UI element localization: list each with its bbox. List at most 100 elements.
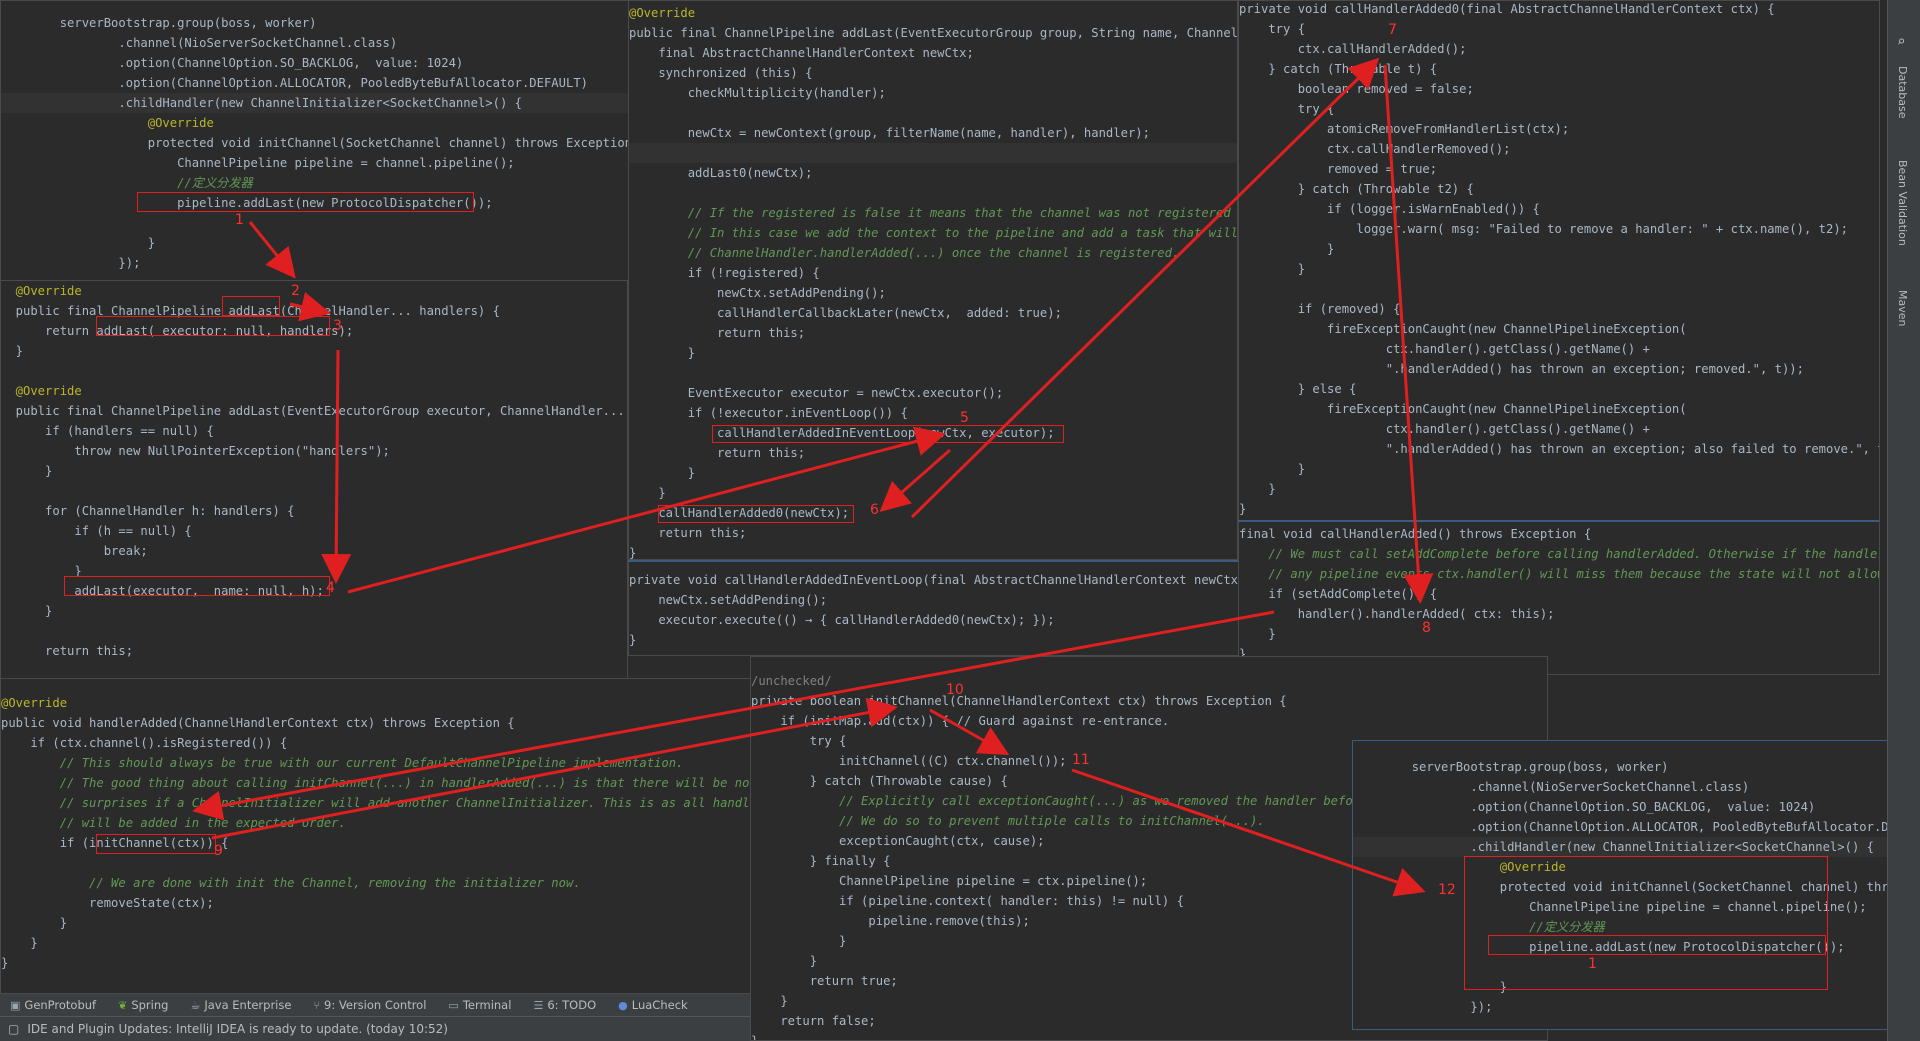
code-line: final AbstractChannelHandlerContext newC… [629, 46, 974, 60]
code-line: pipeline.addLast(new ProtocolDispatcher(… [1353, 940, 1845, 954]
step-label: 4 [326, 580, 335, 596]
code-line: protected void initChannel(SocketChannel… [1, 136, 647, 150]
code-line: if (h == null) { [1, 524, 192, 538]
code-line: // The good thing about calling initChan… [1, 776, 752, 790]
code-line: } [1, 236, 156, 250]
code-line: } else { [1239, 382, 1357, 396]
code-line: // This should always be true with our c… [1, 756, 684, 770]
tab-genprotobuf[interactable]: ▣ GenProtobuf [10, 998, 96, 1012]
code-line: final void callHandlerAdded() throws Exc… [1239, 527, 1592, 541]
code-line: removed = true; [1239, 162, 1438, 176]
code-line: throw new NullPointerException("handlers… [1, 444, 390, 458]
tab-terminal[interactable]: ▭ Terminal [448, 998, 511, 1012]
code-line: callHandlerAddedInEventLoop(newCtx, exec… [629, 426, 1055, 440]
code-line: try { [1239, 102, 1335, 116]
code-line: private boolean initChannel(ChannelHandl… [751, 694, 1287, 708]
code-line: .option(ChannelOption.ALLOCATOR, PooledB… [1353, 820, 1888, 834]
tab-todo[interactable]: ☰ 6: TODO [533, 998, 596, 1012]
step-label: 1 [235, 212, 244, 228]
tab-spring[interactable]: ❦ Spring [118, 998, 168, 1012]
code-line: .channel(NioServerSocketChannel.class) [1, 36, 398, 50]
code-line: protected void initChannel(SocketChannel… [1499, 880, 1888, 894]
code-line: if (initChannel(ctx)) { [1, 836, 229, 850]
tab-java-enterprise[interactable]: ☕ Java Enterprise [190, 998, 291, 1012]
code-line: callHandlerAdded0(newCtx); [629, 506, 850, 520]
code-line: fireExceptionCaught(new ChannelPipelineE… [1239, 322, 1687, 336]
code-line: } [629, 466, 696, 480]
protobuf-icon: ▣ [10, 998, 21, 1012]
code-line: if (initMap.add(ctx)) { // Guard against… [751, 714, 1170, 728]
code-line: if (!registered) { [629, 266, 820, 280]
editor-panel-bootstrap-bottom: serverBootstrap.group(boss, worker) .cha… [1352, 740, 1888, 1030]
step-label: 7 [1388, 22, 1397, 38]
code-line: .childHandler(new ChannelInitializer<Soc… [1353, 837, 1887, 857]
editor-panel-handleradded: @Override public void handlerAdded(Chann… [0, 678, 752, 994]
code-line: if (handlers == null) { [1, 424, 214, 438]
code-line: .option(ChannelOption.SO_BACKLOG, value:… [1353, 800, 1816, 814]
code-line: if (ctx.channel().isRegistered()) { [1, 736, 288, 750]
code-line: serverBootstrap.group(boss, worker) [1353, 760, 1669, 774]
code-line: // any pipeline events ctx.handler() wil… [1239, 567, 1880, 581]
tab-luacheck[interactable]: ● LuaCheck [618, 998, 688, 1012]
status-message[interactable]: IDE and Plugin Updates: IntelliJ IDEA is… [27, 1022, 448, 1036]
code-line: private void callHandlerAddedInEventLoop… [629, 573, 1240, 587]
code-line: // ChannelHandler.handlerAdded(...) once… [629, 246, 1180, 260]
code-line: synchronized (this) { [629, 66, 813, 80]
code-line: } [629, 486, 666, 500]
right-tool-sidebar: ⌕ Database Bean Validation Maven [1887, 0, 1920, 1041]
step-label: 11 [1072, 752, 1090, 768]
code-line: newCtx.setAddPending(); [629, 593, 828, 607]
code-line: .channel(NioServerSocketChannel.class) [1353, 780, 1750, 794]
code-block: private void callHandlerAdded0(final Abs… [1239, 1, 1879, 519]
code-line: logger.warn( msg: "Failed to remove a ha… [1239, 222, 1849, 236]
tab-version-control[interactable]: ⑂ 9: Version Control [313, 998, 426, 1012]
code-line: @Override [629, 6, 696, 20]
code-line: } [1239, 482, 1276, 496]
code-line: } [1, 344, 24, 358]
bean-validation-tab[interactable]: Bean Validation [1896, 160, 1909, 246]
step-label: 6 [870, 502, 879, 518]
code-line: atomicRemoveFromHandlerList(ctx); [1239, 122, 1570, 136]
code-line: } [629, 346, 696, 360]
editor-panel-addlast-group: @Override public final ChannelPipeline a… [628, 0, 1238, 560]
status-icon[interactable]: ▢ [8, 1022, 19, 1036]
editor-panel-bootstrap-top: serverBootstrap.group(boss, worker) .cha… [0, 0, 648, 290]
code-line: } [1239, 462, 1306, 476]
maven-tab[interactable]: Maven [1896, 290, 1909, 326]
code-line: if (!executor.inEventLoop()) { [629, 406, 908, 420]
code-line: } [1, 464, 53, 478]
code-block: serverBootstrap.group(boss, worker) .cha… [1, 13, 647, 273]
code-line: private void callHandlerAdded0(final Abs… [1239, 2, 1775, 16]
code-line: @Override [1, 696, 68, 710]
code-line: addLast0(newCtx); [629, 166, 813, 180]
code-line: @Override [1, 284, 82, 298]
tab-label: 9: Version Control [324, 998, 427, 1012]
code-line: ctx.handler().getClass().getName() + [1239, 422, 1650, 436]
code-line: // We must call setAddComplete before ca… [1239, 547, 1880, 561]
code-line: return this; [629, 326, 806, 340]
code-line: @Override [1, 384, 82, 398]
editor-panel-callhandleradded0: private void callHandlerAdded0(final Abs… [1238, 0, 1880, 522]
step-label: 12 [1438, 882, 1456, 898]
code-line: ChannelPipeline pipeline = channel.pipel… [1, 156, 515, 170]
code-line: return this; [629, 446, 806, 460]
code-line: // If the registered is false it means t… [629, 206, 1238, 220]
code-line: // We are done with init the Channel, re… [1, 876, 581, 890]
step-label: 3 [333, 318, 342, 334]
code-line: public void handlerAdded(ChannelHandlerC… [1, 716, 515, 730]
database-tab[interactable]: Database [1896, 66, 1909, 119]
code-line: public final ChannelPipeline addLast(Eve… [629, 26, 1238, 40]
code-line: } [1353, 980, 1508, 994]
search-icon[interactable]: ⌕ [1897, 34, 1905, 50]
code-line: return this; [1, 644, 134, 658]
tab-label: GenProtobuf [24, 998, 97, 1012]
code-line: ChannelPipeline pipeline = channel.pipel… [1353, 900, 1867, 914]
tab-label: Spring [131, 998, 169, 1012]
code-line: checkMultiplicity(handler); [629, 86, 886, 100]
tab-label: Terminal [462, 998, 512, 1012]
